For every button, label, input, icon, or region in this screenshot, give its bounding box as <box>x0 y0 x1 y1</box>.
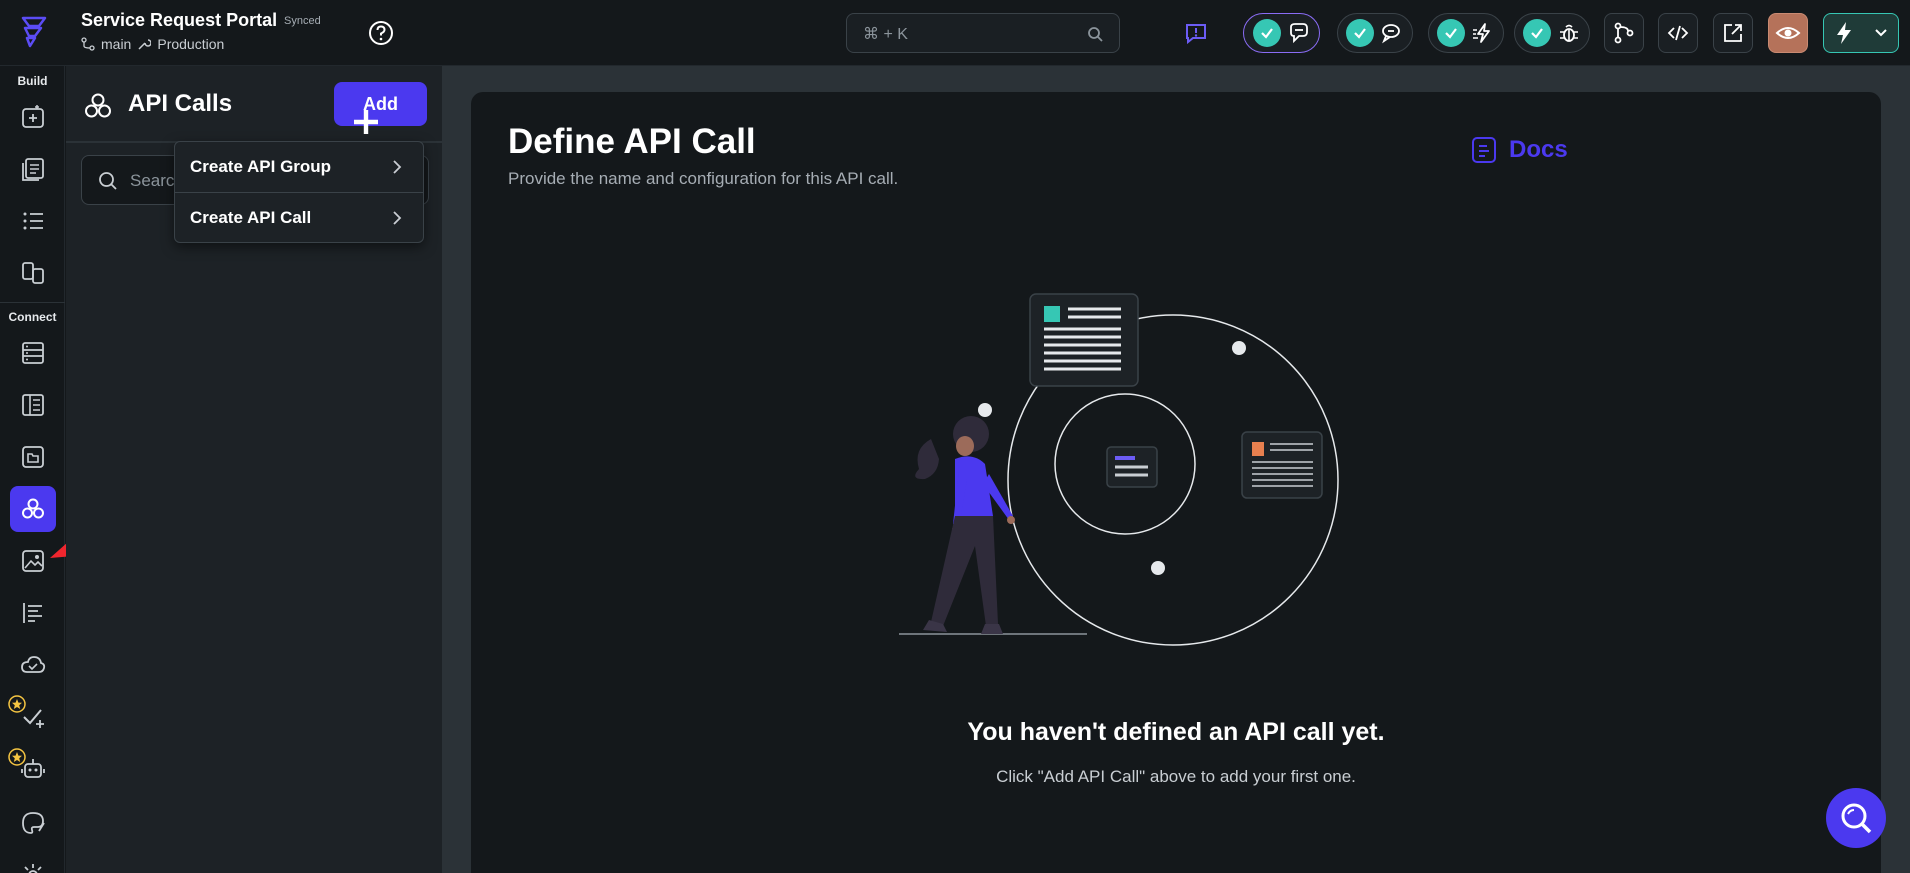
rail-item-cloud[interactable] <box>10 642 56 688</box>
define-api-card: Define API Call Provide the name and con… <box>471 92 1881 873</box>
panel-header: API Calls Add <box>66 66 443 143</box>
feedback-button[interactable] <box>1180 13 1212 53</box>
app-window: Service Request Portal Synced main Produ… <box>0 0 1910 873</box>
actions-check-button[interactable] <box>1428 13 1504 53</box>
page-subtitle: Provide the name and configuration for t… <box>508 169 899 188</box>
check-icon <box>1252 19 1281 47</box>
branch-icon <box>81 37 95 51</box>
star-badge-icon <box>8 748 26 766</box>
help-icon[interactable] <box>368 20 394 46</box>
menu-item-create-api-call[interactable]: Create API Call <box>175 193 423 243</box>
branch-name[interactable]: main <box>101 36 131 52</box>
chevron-down-icon[interactable] <box>1874 28 1888 38</box>
list-icon <box>23 212 43 230</box>
empty-state-illustration <box>899 293 1339 646</box>
panel-title: API Calls <box>128 90 233 117</box>
nav-rail: Build Connect <box>0 66 99 873</box>
schema-icon <box>22 394 44 416</box>
bug-icon <box>1560 24 1578 42</box>
values-icon <box>23 603 42 623</box>
design-check-button[interactable] <box>1243 13 1320 53</box>
document-icon <box>1472 137 1496 163</box>
run-button[interactable] <box>1823 13 1899 53</box>
rail-item-schema[interactable] <box>10 382 56 428</box>
command-search[interactable]: ⌘ + K <box>846 13 1120 53</box>
bolt-icon <box>1473 23 1490 43</box>
check-icon <box>1346 19 1374 47</box>
feedback-icon <box>1186 24 1206 45</box>
docs-label: Docs <box>1509 136 1568 163</box>
api-icon <box>85 93 111 118</box>
image-icon <box>22 550 44 572</box>
open-external-button[interactable] <box>1713 13 1753 53</box>
main-area: Define API Call Provide the name and con… <box>443 66 1910 873</box>
pages-icon <box>22 158 44 181</box>
project-meta: main Production <box>81 36 224 52</box>
sync-status: Synced <box>284 15 321 27</box>
connect-section-label: Connect <box>8 310 57 324</box>
menu-item-label: Create API Call <box>190 208 312 227</box>
branch-icon <box>1614 22 1634 44</box>
cloud-check-icon <box>21 656 46 673</box>
chat-check-button[interactable] <box>1337 13 1413 53</box>
logo-icon[interactable] <box>17 14 51 48</box>
components-icon <box>22 262 44 284</box>
search-shortcut: ⌘ + K <box>863 26 908 43</box>
preview-button[interactable] <box>1768 13 1808 53</box>
rail-item-components[interactable] <box>10 250 56 296</box>
check-icon <box>1437 19 1465 47</box>
search-icon <box>1088 27 1103 42</box>
lightning-icon <box>1837 22 1851 44</box>
chat-icon <box>1382 24 1400 44</box>
database-icon <box>22 342 44 364</box>
rail-item-theme[interactable] <box>10 800 56 846</box>
rail-item-database[interactable] <box>10 330 56 376</box>
rail-divider <box>0 302 65 303</box>
check-icon <box>1523 19 1551 47</box>
rail-item-add-page[interactable] <box>10 94 56 140</box>
code-button[interactable] <box>1658 13 1698 53</box>
docs-link[interactable]: Docs <box>1471 136 1568 164</box>
empty-state-subtitle: Click "Add API Call" above to add your f… <box>996 767 1356 786</box>
add-dropdown-menu: Create API Group Create API Call <box>174 141 424 243</box>
palette-brush-icon <box>22 812 45 834</box>
rail-item-list[interactable] <box>10 198 56 244</box>
project-title[interactable]: Service Request Portal <box>81 10 277 31</box>
build-section-label: Build <box>17 74 48 88</box>
search-icon <box>99 172 117 190</box>
support-chat-button[interactable] <box>1826 788 1886 848</box>
page-title: Define API Call <box>508 122 756 161</box>
eye-icon <box>1775 27 1801 39</box>
branch-button[interactable] <box>1604 13 1644 53</box>
rail-item-storage[interactable] <box>10 434 56 480</box>
wrench-icon <box>138 39 152 50</box>
menu-item-label: Create API Group <box>190 157 332 176</box>
add-button[interactable]: Add <box>334 82 427 134</box>
empty-state-title: You haven't defined an API call yet. <box>967 718 1385 746</box>
support-search-icon <box>1841 803 1872 834</box>
top-bar: Service Request Portal Synced main Produ… <box>0 0 1910 66</box>
gear-icon <box>24 864 42 873</box>
external-link-icon <box>1724 24 1742 42</box>
environment-name[interactable]: Production <box>157 36 224 52</box>
palette-icon <box>1289 23 1308 44</box>
api-icon <box>22 498 44 519</box>
rail-item-settings[interactable] <box>10 852 56 873</box>
debug-check-button[interactable] <box>1514 13 1590 53</box>
rail-item-pages[interactable] <box>10 146 56 192</box>
add-page-icon <box>22 105 44 128</box>
code-icon <box>1667 25 1689 41</box>
plus-icon <box>354 110 378 134</box>
folder-icon <box>22 446 44 468</box>
chevron-right-icon <box>393 160 402 174</box>
chevron-right-icon <box>393 211 402 225</box>
menu-item-create-api-group[interactable]: Create API Group <box>175 142 423 192</box>
star-badge-icon <box>8 695 26 713</box>
rail-item-app-values[interactable] <box>10 590 56 636</box>
